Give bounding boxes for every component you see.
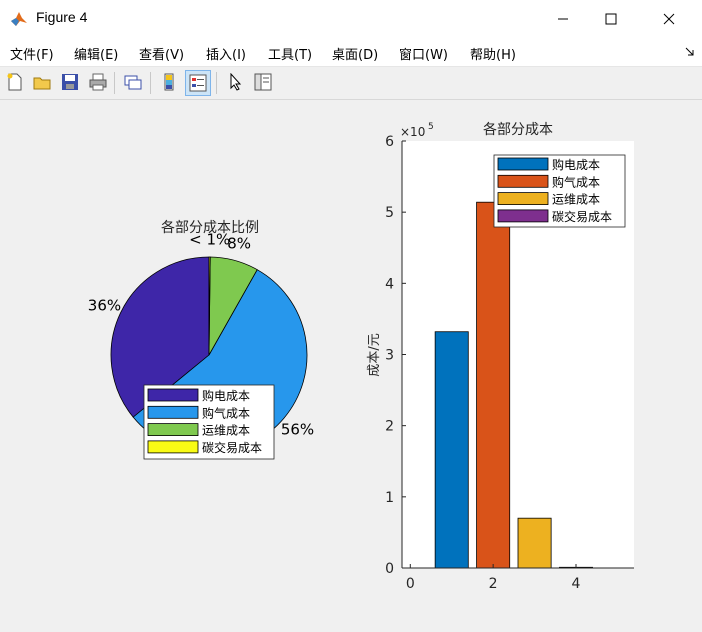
bar-legend-swatch xyxy=(497,209,549,223)
bar-exponent-power: 5 xyxy=(428,122,434,132)
bar xyxy=(476,201,511,569)
minimize-button[interactable] xyxy=(540,0,586,38)
pie-legend-label: 运维成本 xyxy=(202,424,250,438)
bar-legend-swatch xyxy=(497,174,549,188)
link-plot-button[interactable] xyxy=(121,70,145,94)
legend-icon xyxy=(189,74,207,92)
print-button[interactable] xyxy=(86,70,110,94)
toolbar xyxy=(0,67,702,100)
menu-edit[interactable]: 编辑(E) xyxy=(74,44,118,63)
bar-legend-label: 碳交易成本 xyxy=(552,209,612,224)
bar-title: 各部分成本 xyxy=(483,122,553,138)
y-tick-label: 6 xyxy=(385,134,394,150)
figure-svg: 各部分成本比例 36%56%8%< 1% 购电成本购气成本运维成本碳交易成本 各… xyxy=(88,122,634,592)
link-plot-icon xyxy=(124,75,142,90)
menu-bar: 文件(F) 编辑(E) 查看(V) 插入(I) 工具(T) 桌面(D) 窗口(W… xyxy=(0,38,702,67)
legend-button[interactable] xyxy=(185,70,211,96)
pie-legend-label: 碳交易成本 xyxy=(202,440,262,455)
y-tick-label: 4 xyxy=(385,276,394,292)
bar-legend-label: 购电成本 xyxy=(552,157,600,172)
pie-legend-swatch xyxy=(147,423,199,437)
bar-legend-swatch xyxy=(497,157,549,171)
bar-y-axis-label: 成本/元 xyxy=(367,333,382,376)
bar-legend-swatch xyxy=(497,192,549,205)
save-icon xyxy=(62,74,78,90)
menu-view[interactable]: 查看(V) xyxy=(139,44,184,63)
close-icon xyxy=(663,13,675,25)
pie-slice-label: 36% xyxy=(88,297,121,315)
x-tick-label: 0 xyxy=(406,576,415,592)
pie-legend-swatch xyxy=(147,388,199,402)
x-tick-label: 2 xyxy=(489,576,498,592)
new-figure-icon xyxy=(7,73,22,91)
menu-help[interactable]: 帮助(H) xyxy=(470,44,516,63)
bar xyxy=(434,331,469,569)
y-tick-label: 1 xyxy=(385,490,394,506)
pie-legend-swatch xyxy=(147,440,199,454)
pie-legend-swatch xyxy=(147,405,199,419)
bar-legend-label: 运维成本 xyxy=(552,193,600,207)
maximize-icon xyxy=(605,13,617,25)
pie-slice-label: 56% xyxy=(281,420,314,438)
toolbar-separator xyxy=(150,72,151,94)
y-tick-label: 0 xyxy=(385,561,394,577)
maximize-button[interactable] xyxy=(588,0,634,38)
matlab-icon xyxy=(11,12,27,26)
property-inspector-icon xyxy=(254,73,272,91)
figure-canvas: 各部分成本比例 36% 56% 8% < 1% 购电成本 购气成本 运维成本 碳交易成本 各… xyxy=(0,100,702,628)
pie-slice-label: < 1% xyxy=(189,230,230,248)
y-tick-label: 3 xyxy=(385,348,394,364)
save-button[interactable] xyxy=(58,70,82,94)
pie-slice-label: 8% xyxy=(227,234,251,252)
y-tick-label: 2 xyxy=(385,419,394,435)
toolbar-separator xyxy=(114,72,115,94)
menu-window[interactable]: 窗口(W) xyxy=(399,44,448,63)
dock-arrow-icon[interactable] xyxy=(684,46,696,58)
print-icon xyxy=(89,73,107,91)
pointer-icon xyxy=(230,73,242,91)
colorbar-button[interactable] xyxy=(157,70,181,94)
close-button[interactable] xyxy=(646,0,692,38)
colorbar-icon xyxy=(164,73,174,91)
menu-desktop[interactable]: 桌面(D) xyxy=(332,44,378,63)
pie-legend-label: 购电成本 xyxy=(202,388,250,403)
menu-insert[interactable]: 插入(I) xyxy=(206,44,246,63)
pointer-button[interactable] xyxy=(223,70,247,94)
menu-file[interactable]: 文件(F) xyxy=(10,44,54,63)
open-button[interactable] xyxy=(30,70,54,94)
minimize-icon xyxy=(558,18,568,20)
y-tick-label: 5 xyxy=(385,205,394,221)
title-bar: Figure 4 xyxy=(0,0,702,38)
toolbar-separator xyxy=(216,72,217,94)
bar-legend[interactable]: 购电成本购气成本运维成本碳交易成本 xyxy=(493,154,626,228)
bar xyxy=(517,517,552,569)
property-inspector-button[interactable] xyxy=(251,70,275,94)
open-icon xyxy=(33,77,51,90)
menu-tools[interactable]: 工具(T) xyxy=(268,44,312,63)
window-title: Figure 4 xyxy=(36,9,88,25)
x-tick-label: 4 xyxy=(572,576,581,592)
bar-exponent-base: ×10 xyxy=(400,125,425,139)
pie-legend[interactable]: 购电成本购气成本运维成本碳交易成本 xyxy=(143,384,275,460)
pie-legend-label: 购气成本 xyxy=(202,405,250,420)
bar-legend-label: 购气成本 xyxy=(552,174,600,189)
new-figure-button[interactable] xyxy=(3,70,27,94)
